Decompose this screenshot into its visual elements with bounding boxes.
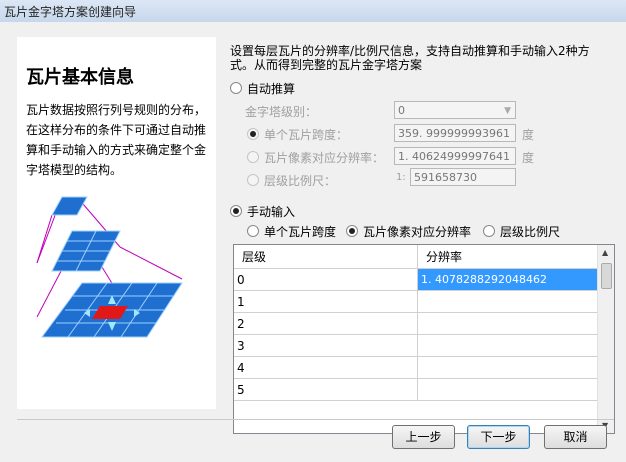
scale-prefix: 1: (396, 172, 406, 183)
pixel-resolution-field[interactable]: 1. 40624999997641 (394, 147, 516, 165)
info-panel: 瓦片基本信息 瓦片数据按照行列号规则的分布，在这样分布的条件下可通过自动推算和手… (17, 37, 216, 409)
resolution-cell[interactable] (417, 290, 608, 313)
window-title: 瓦片金字塔方案创建向导 (4, 5, 137, 19)
resolution-cell[interactable] (417, 378, 608, 401)
level-cell[interactable]: 5 (234, 378, 418, 401)
resolution-cell[interactable]: 1. 4078288292048462 (417, 268, 608, 291)
mode-pixel-resolution-label: 瓦片像素对应分辨率 (363, 225, 472, 239)
column-header-resolution[interactable]: 分辨率 (417, 245, 608, 269)
level-cell[interactable]: 2 (234, 312, 418, 335)
step-description: 设置每层瓦片的分辨率/比例尺信息，支持自动推算和手动输入2种方式。从而得到完整的… (230, 44, 590, 72)
manual-radio[interactable] (230, 205, 242, 217)
table-row[interactable]: 4 (234, 356, 608, 379)
title-bar: 瓦片金字塔方案创建向导 (0, 0, 626, 23)
next-button[interactable]: 下一步 (467, 425, 530, 449)
tile-span-field[interactable]: 359. 999999993961 (394, 124, 516, 142)
table-row[interactable]: 2 (234, 312, 608, 335)
level-cell[interactable]: 4 (234, 356, 418, 379)
mode-scale-label: 层级比例尺 (500, 225, 561, 239)
mode-tile-span-label: 单个瓦片跨度 (264, 225, 337, 239)
pyramid-level-value: 0 (398, 104, 405, 117)
panel-description: 瓦片数据按照行列号规则的分布，在这样分布的条件下可通过自动推算和手动输入的方式来… (26, 103, 207, 177)
panel-title: 瓦片基本信息 (26, 67, 134, 88)
table-row[interactable]: 5 (234, 378, 608, 401)
resolution-cell[interactable] (417, 334, 608, 357)
pixel-resolution-radio[interactable] (247, 151, 259, 163)
tile-pyramid-illustration (36, 196, 183, 338)
mode-pixel-resolution-radio[interactable] (346, 225, 358, 237)
tile-span-label: 单个瓦片跨度： (264, 128, 349, 142)
pixel-resolution-label: 瓦片像素对应分辨率： (264, 151, 385, 165)
resolution-cell[interactable] (417, 312, 608, 335)
column-header-level[interactable]: 层级 (234, 245, 418, 269)
mode-scale-radio[interactable] (483, 225, 495, 237)
tile-span-unit: 度 (522, 128, 535, 142)
scale-radio[interactable] (247, 174, 259, 186)
level-cell[interactable]: 3 (234, 334, 418, 357)
manual-radio-label: 手动输入 (247, 205, 296, 219)
wizard-client: 瓦片基本信息 瓦片数据按照行列号规则的分布，在这样分布的条件下可通过自动推算和手… (0, 22, 626, 462)
table-row[interactable]: 3 (234, 334, 608, 357)
table-scrollbar[interactable]: ▲ ▼ (597, 245, 614, 433)
resolution-table: 层级 分辨率 0 1. 4078288292048462 1 2 3 4 5 ▲ (233, 244, 615, 434)
table-row[interactable]: 1 (234, 290, 608, 313)
scroll-up-icon[interactable]: ▲ (602, 248, 608, 257)
chevron-down-icon: ▼ (504, 106, 511, 116)
pixel-resolution-unit: 度 (522, 151, 535, 165)
button-separator (17, 419, 614, 420)
pyramid-level-label: 金字塔级别： (245, 105, 318, 119)
table-row[interactable]: 0 1. 4078288292048462 (234, 268, 608, 291)
mode-tile-span-radio[interactable] (247, 225, 259, 237)
auto-radio[interactable] (230, 82, 242, 94)
pyramid-level-select[interactable]: 0 ▼ (394, 101, 516, 119)
auto-radio-label: 自动推算 (247, 82, 296, 96)
tile-span-radio[interactable] (247, 128, 259, 140)
cancel-button[interactable]: 取消 (544, 425, 607, 449)
level-cell[interactable]: 1 (234, 290, 418, 313)
scale-field[interactable]: 591658730 (410, 168, 516, 186)
window-controls (562, 0, 622, 22)
table-header: 层级 分辨率 (234, 245, 608, 269)
resolution-cell[interactable] (417, 356, 608, 379)
level-cell[interactable]: 0 (234, 268, 418, 291)
prev-button[interactable]: 上一步 (392, 425, 455, 449)
scrollbar-thumb[interactable] (601, 263, 612, 289)
scale-label: 层级比例尺： (264, 174, 337, 188)
